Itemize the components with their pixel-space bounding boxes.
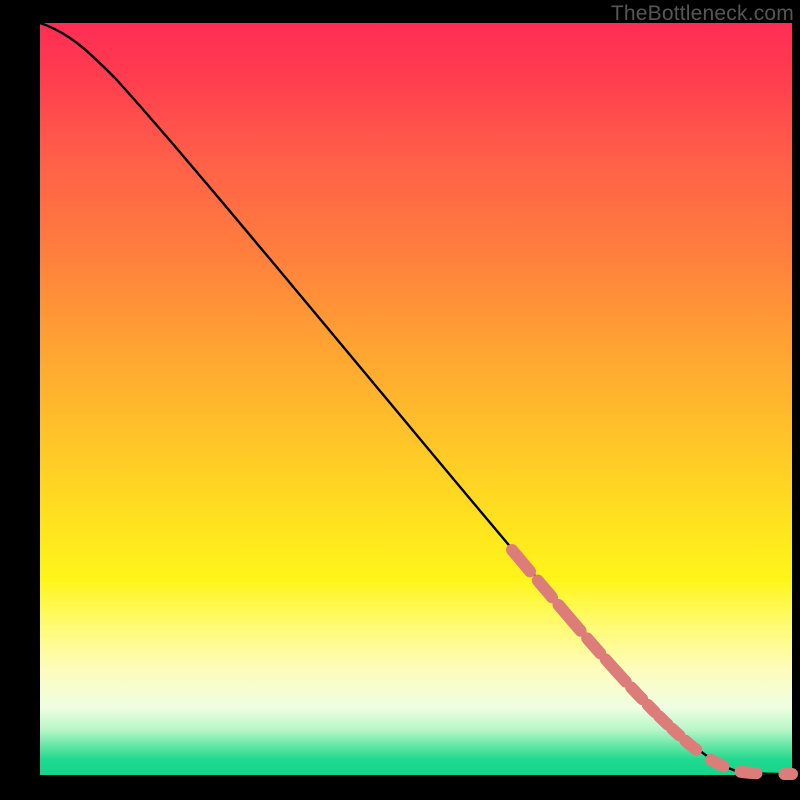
chart-frame: TheBottleneck.com [0,0,800,800]
highlight-segment [512,550,792,774]
chart-svg [40,23,792,775]
plot-area [40,23,792,775]
watermark-text: TheBottleneck.com [611,2,794,26]
main-curve [40,23,792,774]
